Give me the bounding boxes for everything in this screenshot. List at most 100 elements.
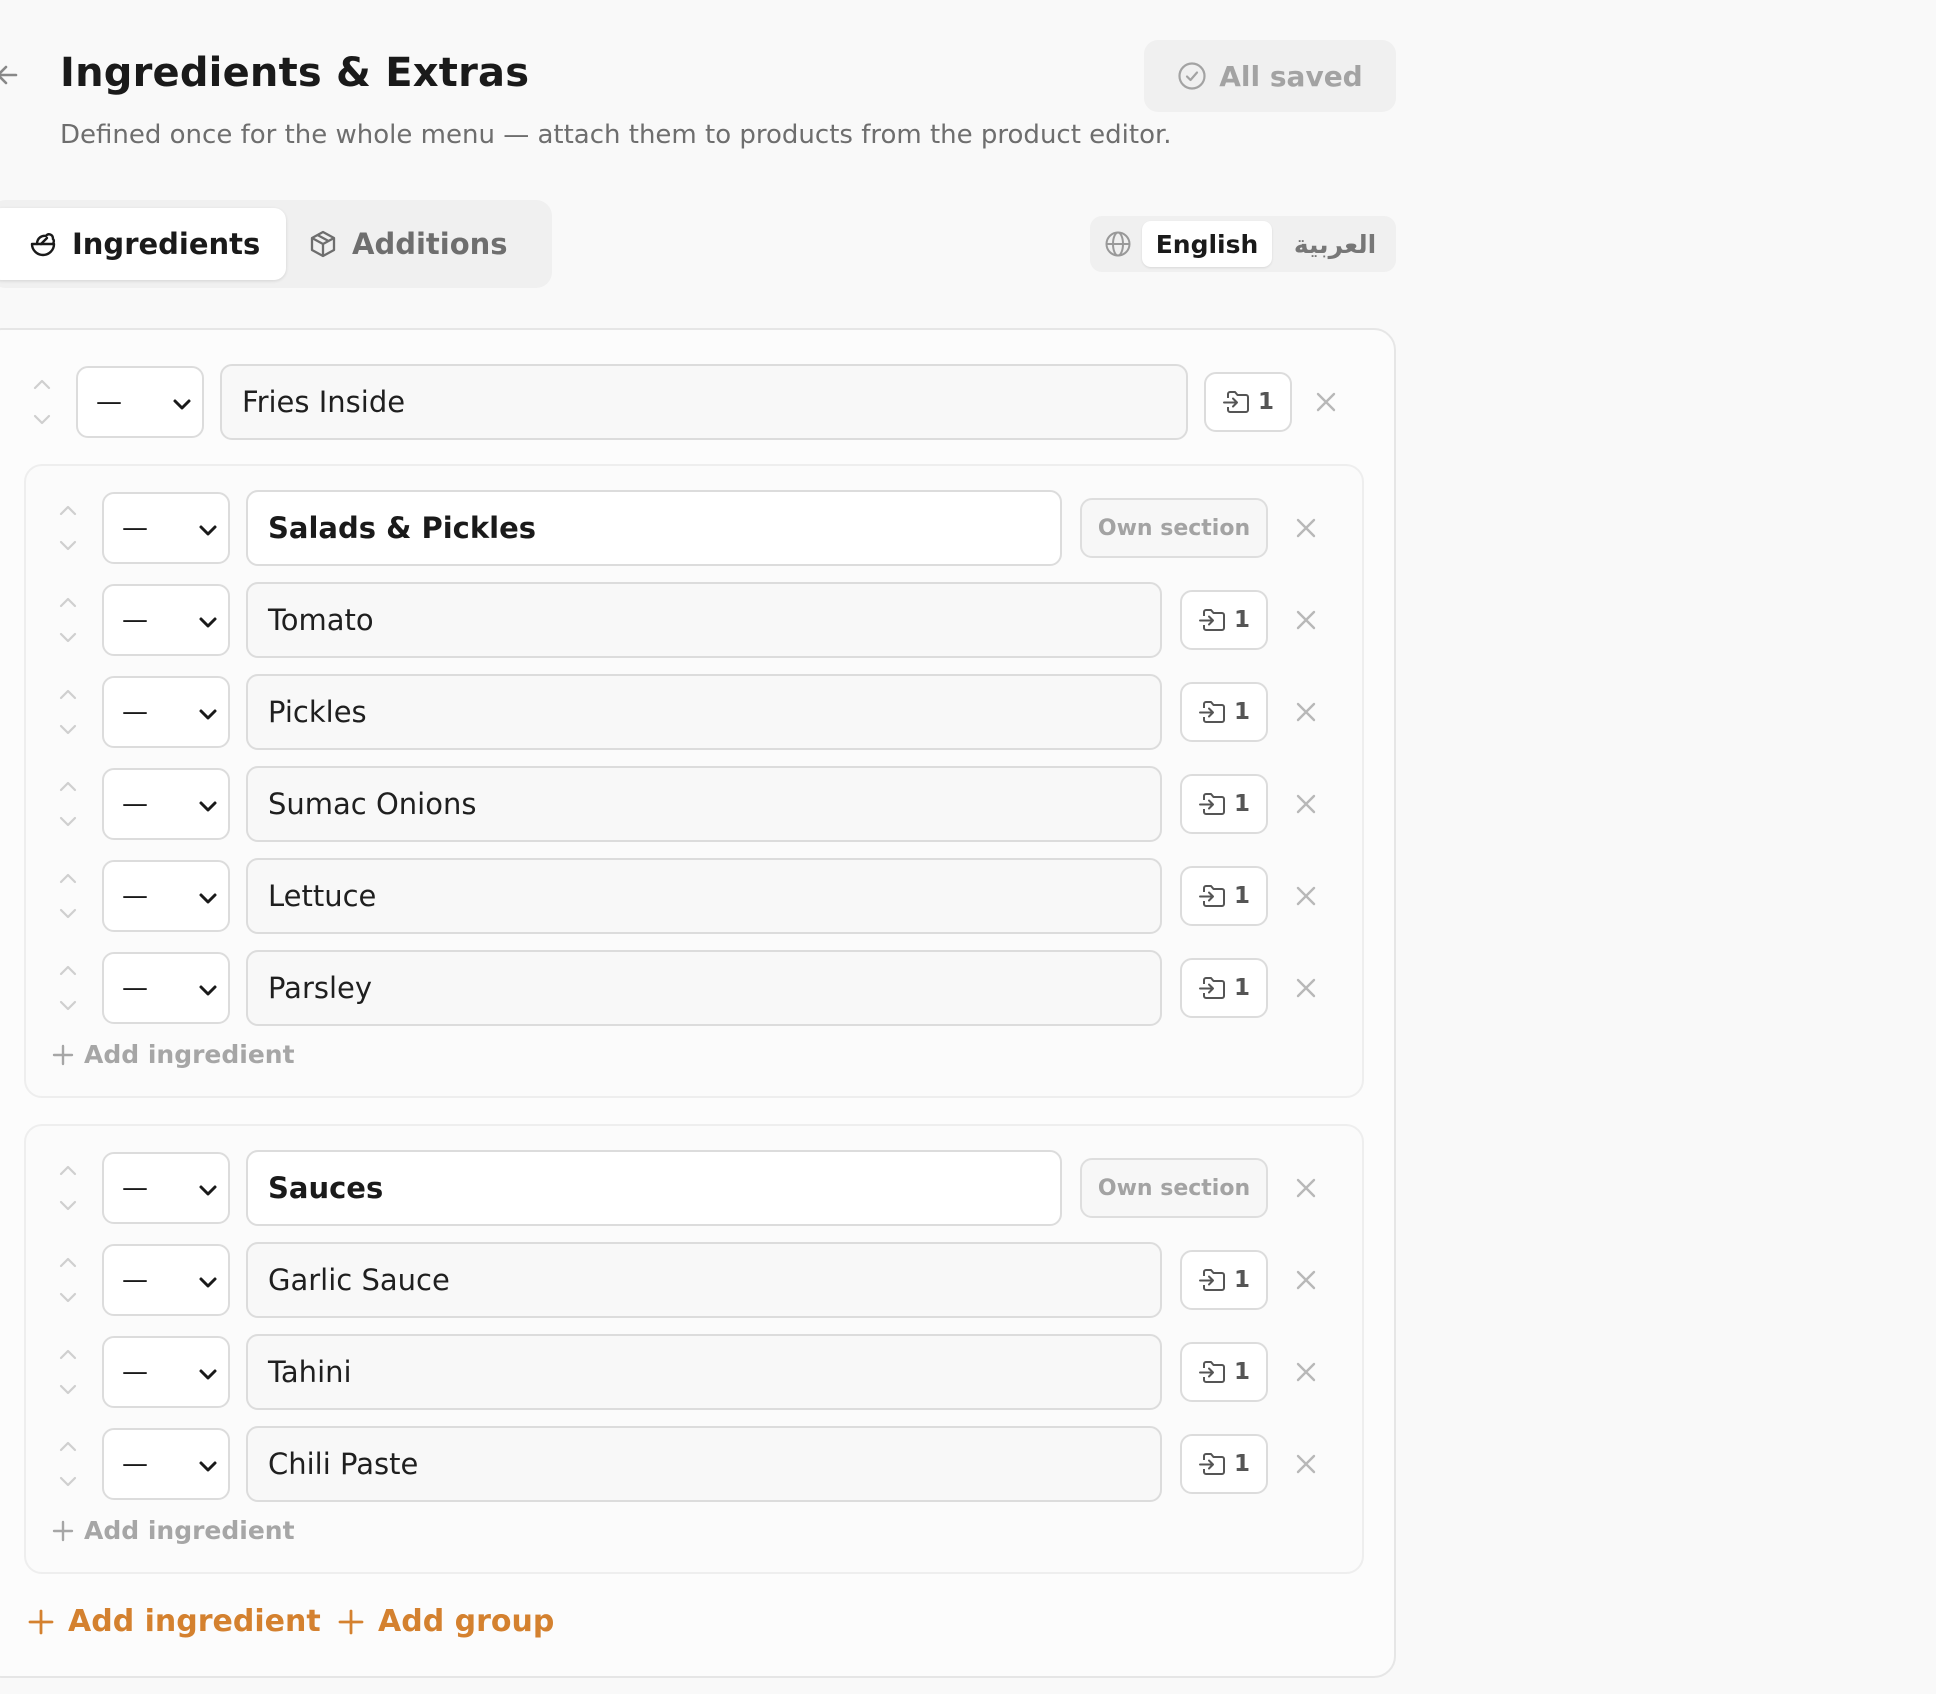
reorder-arrows-icon[interactable] — [56, 1158, 80, 1218]
reorder-arrows-icon[interactable] — [56, 682, 80, 742]
link-products-icon — [1198, 1269, 1225, 1291]
ingredient-row: — Lettuce 1 — [56, 858, 1346, 934]
linked-products-badge[interactable]: 1 — [1204, 372, 1292, 432]
plus-icon — [338, 1609, 364, 1634]
level-select[interactable]: — — [76, 366, 204, 438]
plus-icon — [28, 1609, 54, 1634]
back-arrow-icon[interactable] — [0, 60, 24, 90]
close-icon[interactable] — [1292, 1174, 1320, 1202]
add-ingredient-to-group-button[interactable]: Add ingredient — [52, 1516, 295, 1545]
lang-option-arabic[interactable]: العربية — [1280, 221, 1390, 267]
ingredient-name-input[interactable]: Tomato — [246, 582, 1162, 658]
close-icon[interactable] — [1292, 606, 1320, 634]
level-select[interactable]: — — [102, 1152, 230, 1224]
linked-products-count: 1 — [1233, 883, 1250, 909]
linked-products-badge[interactable]: 1 — [1180, 1250, 1268, 1310]
linked-products-count: 1 — [1233, 1267, 1250, 1293]
reorder-arrows-icon[interactable] — [30, 372, 54, 432]
ingredient-row: — Pickles 1 — [56, 674, 1346, 750]
linked-products-badge[interactable]: 1 — [1180, 866, 1268, 926]
level-select-value: — — [122, 605, 148, 635]
check-circle-icon — [1178, 62, 1206, 90]
linked-products-badge[interactable]: 1 — [1180, 1434, 1268, 1494]
linked-products-count: 1 — [1233, 699, 1250, 725]
close-icon[interactable] — [1292, 1450, 1320, 1478]
page-title: Ingredients & Extras — [60, 50, 530, 96]
group-name-input[interactable]: Salads & Pickles — [246, 490, 1062, 566]
level-select-value: — — [122, 513, 148, 543]
close-icon[interactable] — [1292, 514, 1320, 542]
add-group-label: Add group — [378, 1604, 555, 1639]
close-icon[interactable] — [1292, 1266, 1320, 1294]
level-select[interactable]: — — [102, 952, 230, 1024]
ingredient-name-input[interactable]: Garlic Sauce — [246, 1242, 1162, 1318]
linked-products-badge[interactable]: 1 — [1180, 682, 1268, 742]
level-select-value: — — [122, 1449, 148, 1479]
add-group-button[interactable]: Add group — [338, 1604, 554, 1639]
linked-products-badge[interactable]: 1 — [1180, 1342, 1268, 1402]
level-select-value: — — [122, 1265, 148, 1295]
ingredient-row: — Parsley 1 — [56, 950, 1346, 1026]
linked-products-badge[interactable]: 1 — [1180, 958, 1268, 1018]
package-icon — [310, 230, 336, 258]
own-section-toggle[interactable]: Own section — [1080, 498, 1268, 558]
ingredient-name-input[interactable]: Chili Paste — [246, 1426, 1162, 1502]
level-select[interactable]: — — [102, 676, 230, 748]
link-products-icon — [1198, 609, 1225, 631]
level-select[interactable]: — — [102, 492, 230, 564]
reorder-arrows-icon[interactable] — [56, 590, 80, 650]
reorder-arrows-icon[interactable] — [56, 1342, 80, 1402]
ingredient-name-input[interactable]: Lettuce — [246, 858, 1162, 934]
linked-products-badge[interactable]: 1 — [1180, 590, 1268, 650]
save-status-badge: All saved — [1144, 40, 1396, 112]
ingredient-name-input[interactable]: Pickles — [246, 674, 1162, 750]
link-products-icon — [1198, 793, 1225, 815]
close-icon[interactable] — [1292, 882, 1320, 910]
chevron-down-icon — [199, 709, 217, 720]
lang-option-english[interactable]: English — [1142, 221, 1272, 267]
linked-products-count: 1 — [1233, 607, 1250, 633]
ingredient-name-input[interactable]: Fries Inside — [220, 364, 1188, 440]
reorder-arrows-icon[interactable] — [56, 1250, 80, 1310]
reorder-arrows-icon[interactable] — [56, 866, 80, 926]
linked-products-badge[interactable]: 1 — [1180, 774, 1268, 834]
tab-bar: Ingredients Additions — [0, 200, 552, 288]
tab-ingredients[interactable]: Ingredients — [0, 208, 286, 280]
level-select-value: — — [122, 973, 148, 1003]
level-select[interactable]: — — [102, 768, 230, 840]
tab-additions[interactable]: Additions — [308, 208, 508, 280]
ingredient-name-input[interactable]: Parsley — [246, 950, 1162, 1026]
linked-products-count: 1 — [1257, 389, 1274, 415]
reorder-arrows-icon[interactable] — [56, 958, 80, 1018]
ingredient-row: — Chili Paste 1 — [56, 1426, 1346, 1502]
close-icon[interactable] — [1312, 388, 1340, 416]
close-icon[interactable] — [1292, 1358, 1320, 1386]
level-select[interactable]: — — [102, 1428, 230, 1500]
reorder-arrows-icon[interactable] — [56, 774, 80, 834]
group-name-input[interactable]: Sauces — [246, 1150, 1062, 1226]
chevron-down-icon — [199, 893, 217, 904]
reorder-arrows-icon[interactable] — [56, 498, 80, 558]
level-select[interactable]: — — [102, 584, 230, 656]
own-section-toggle[interactable]: Own section — [1080, 1158, 1268, 1218]
chevron-down-icon — [199, 1185, 217, 1196]
level-select-value: — — [122, 789, 148, 819]
ingredient-name-input[interactable]: Tahini — [246, 1334, 1162, 1410]
add-ingredient-to-group-button[interactable]: Add ingredient — [52, 1040, 295, 1069]
level-select-value: — — [122, 881, 148, 911]
group-header-row: — Sauces Own section — [56, 1150, 1346, 1226]
add-ingredient-label: Add ingredient — [68, 1604, 321, 1639]
level-select[interactable]: — — [102, 1336, 230, 1408]
linked-products-count: 1 — [1233, 1451, 1250, 1477]
close-icon[interactable] — [1292, 974, 1320, 1002]
ingredients-card: — Fries Inside 1 — Salads & Pickles Own … — [0, 328, 1396, 1678]
ingredient-name-input[interactable]: Sumac Onions — [246, 766, 1162, 842]
tab-additions-label: Additions — [352, 227, 508, 261]
add-ingredient-button[interactable]: Add ingredient — [28, 1604, 321, 1639]
close-icon[interactable] — [1292, 790, 1320, 818]
reorder-arrows-icon[interactable] — [56, 1434, 80, 1494]
level-select[interactable]: — — [102, 1244, 230, 1316]
ingredient-row: — Tomato 1 — [56, 582, 1346, 658]
level-select[interactable]: — — [102, 860, 230, 932]
close-icon[interactable] — [1292, 698, 1320, 726]
